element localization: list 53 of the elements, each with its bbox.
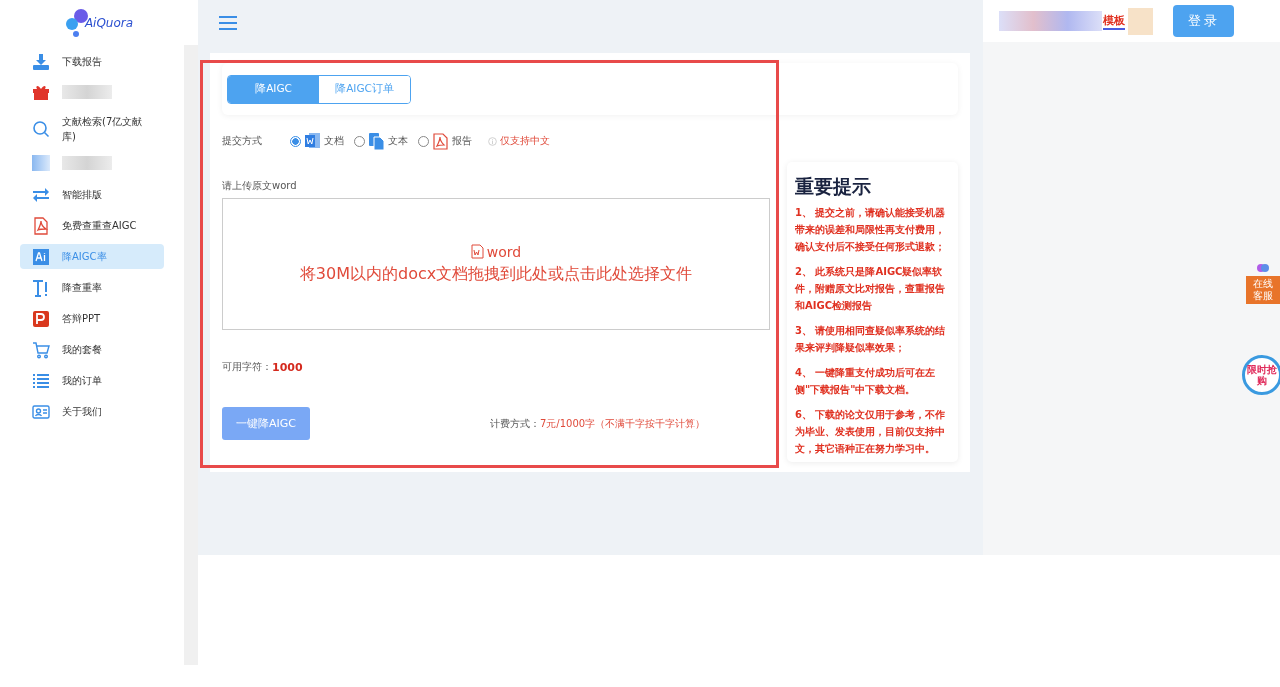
nav-item[interactable]: 降查重率 (20, 275, 164, 300)
radio-label[interactable]: 文档 (324, 134, 344, 148)
nav-item[interactable]: 智能排版 (20, 182, 164, 207)
text-icon (32, 278, 50, 297)
logo-text: AiQuora (84, 15, 134, 30)
card-icon (32, 402, 50, 421)
tip-text: 4、 一键降重支付成功后可在左侧"下载报告"中下载文档。 (795, 366, 937, 397)
word-document-icon (470, 244, 484, 259)
nav-item[interactable]: 我的订单 (20, 368, 164, 393)
price-value: 7元/1000字（不满千字按千字计算） (540, 417, 706, 429)
available-label: 可用字符： (222, 360, 272, 374)
pdf-icon (32, 216, 50, 235)
radio-button[interactable] (290, 135, 301, 147)
blurred-label (62, 156, 112, 170)
download-icon (32, 52, 50, 71)
ppt-icon (32, 309, 50, 328)
field-label: 请上传原文word (222, 179, 298, 193)
tip-text: 1、 提交之前，请确认能接受机器带来的误差和局限性再支付费用，确认支付后不接受任何形式退款； (795, 206, 947, 254)
upload-type: word (486, 243, 522, 260)
ai-icon (32, 247, 50, 266)
nav-item[interactable]: 我的套餐 (20, 337, 164, 362)
template-link[interactable]: 模板 (1103, 12, 1125, 30)
info-icon (488, 136, 497, 146)
list-icon (32, 371, 50, 390)
note-text: 仅支持中文 (500, 134, 550, 148)
swap-icon (32, 185, 50, 204)
radio-label[interactable]: 文本 (388, 134, 408, 148)
field-label: 提交方式 (222, 134, 263, 148)
nav-item[interactable]: 免费查重查AIGC (20, 213, 164, 238)
blurred-image (1128, 7, 1153, 35)
nav-item[interactable]: 下载报告 (20, 49, 164, 74)
search-icon (32, 120, 50, 138)
blurred-label (62, 85, 112, 99)
menu-icon[interactable] (219, 15, 237, 30)
nav-item[interactable]: 答辩PPT (20, 306, 164, 331)
tips-title: 重要提示 (795, 174, 872, 199)
brain-icon (1257, 262, 1269, 274)
radio-label[interactable]: 报告 (452, 134, 472, 148)
cart-icon (32, 340, 50, 359)
document-icon (369, 132, 384, 150)
pdf-document-icon (433, 132, 448, 150)
blurred-icon (32, 155, 50, 171)
upload-dropzone[interactable]: word 将30M以内的docx文档拖拽到此处或点击此处选择文件 (222, 198, 770, 330)
nav-item[interactable]: 关于我们 (20, 399, 164, 424)
tip-text: 2、 此系统只是降AIGC疑似率软件，附赠原文比对报告，查重报告和AIGC检测报告 (795, 265, 946, 313)
gift-icon (32, 83, 50, 101)
tip-text: 3、 请使用相同查疑似率系统的结果来评判降疑似率效果； (795, 324, 947, 355)
upload-hint: 将30M以内的docx文档拖拽到此处或点击此处选择文件 (299, 263, 693, 285)
available-value: 1000 (272, 360, 303, 374)
price-label: 计费方式： (490, 417, 540, 429)
tip-text: 6、 下载的论文仅用于参考，不作为毕业、发表使用，目前仅支持中文，其它语种正在努力学习中。 (795, 408, 947, 456)
word-document-icon (305, 132, 320, 150)
nav-item[interactable]: 文献检索(7亿文献库) (20, 112, 164, 146)
